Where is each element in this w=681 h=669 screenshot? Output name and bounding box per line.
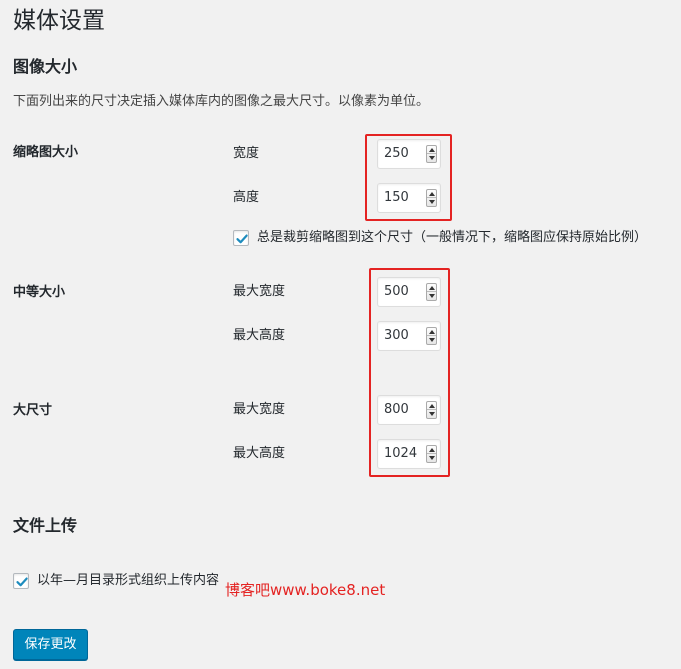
highlight-box-medium-large [369,268,450,477]
checkmark-icon [16,577,28,587]
organize-uploads-label: 以年—月目录形式组织上传内容 [37,573,220,588]
uploads-heading: 文件上传 [13,516,78,535]
large-max-height-label: 最大高度 [233,446,286,461]
page-title: 媒体设置 [13,8,105,34]
thumbnail-width-label: 宽度 [233,146,260,161]
thumbnail-size-label: 缩略图大小 [13,145,79,160]
image-sizes-description: 下面列出来的尺寸决定插入媒体库内的图像之最大尺寸。以像素为单位。 [13,94,430,109]
large-max-width-label: 最大宽度 [233,402,286,417]
large-size-label: 大尺寸 [13,403,53,418]
highlight-box-thumbnail [365,134,452,221]
thumbnail-crop-label: 总是裁剪缩略图到这个尺寸（一般情况下，缩略图应保持原始比例） [257,230,648,245]
watermark: 博客吧www.boke8.net [225,581,386,599]
medium-max-width-label: 最大宽度 [233,284,286,299]
organize-uploads-checkbox[interactable] [13,573,29,589]
checkmark-icon [236,234,248,244]
image-sizes-heading: 图像大小 [13,57,78,76]
medium-max-height-label: 最大高度 [233,328,286,343]
save-changes-button[interactable]: 保存更改 [13,629,88,660]
medium-size-label: 中等大小 [13,285,66,300]
thumbnail-height-label: 高度 [233,190,260,205]
thumbnail-crop-checkbox[interactable] [233,230,249,246]
